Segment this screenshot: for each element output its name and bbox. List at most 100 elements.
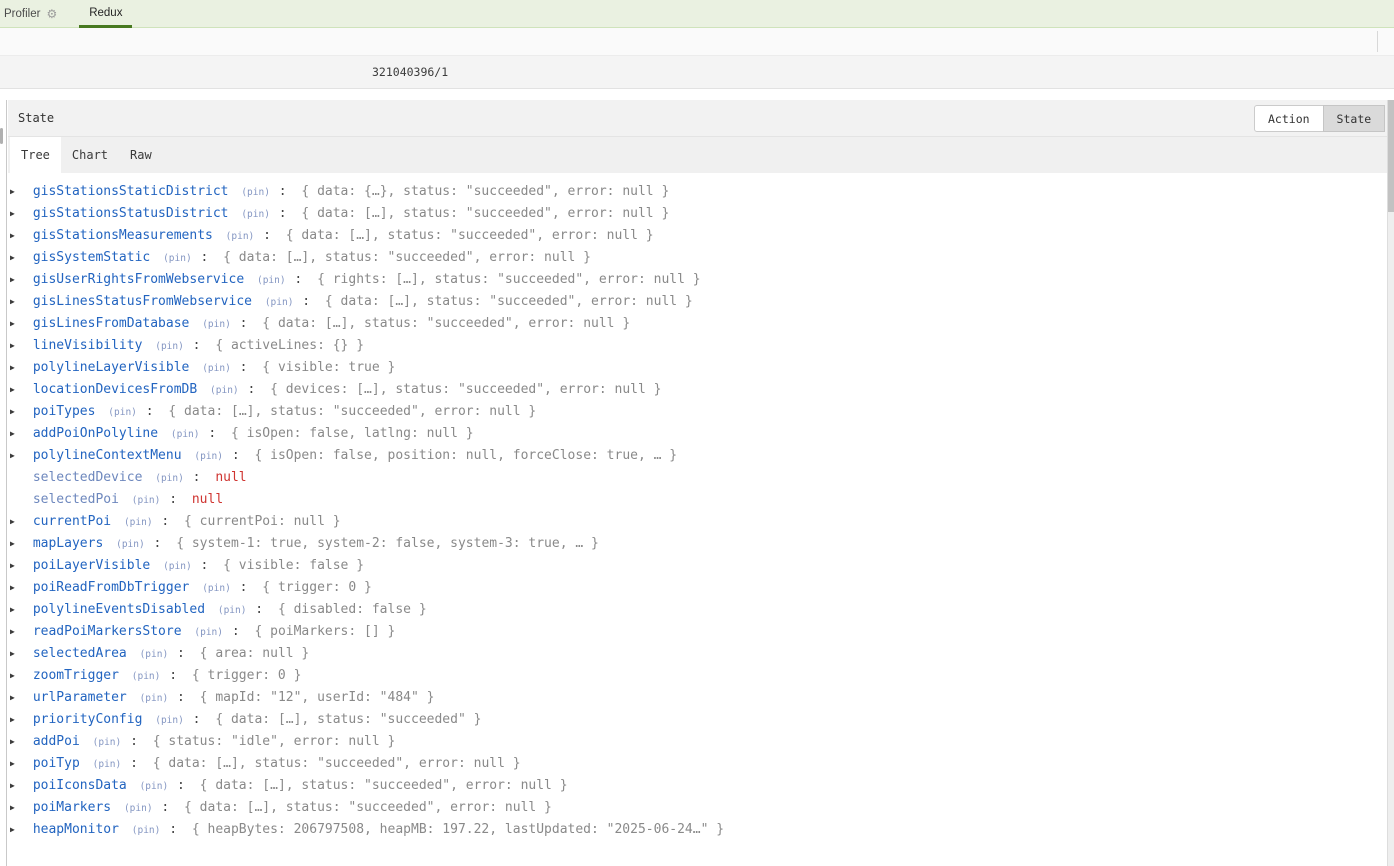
panel-resizer[interactable] — [0, 100, 7, 866]
pin-link[interactable]: (pin) — [210, 385, 239, 396]
expand-arrow-icon[interactable]: ▶ — [10, 621, 25, 643]
tree-row[interactable]: ▶ heapMonitor (pin) : { heapBytes: 20679… — [10, 819, 1394, 841]
expand-arrow-icon[interactable]: ▶ — [10, 423, 25, 445]
state-key[interactable]: poiMarkers — [33, 800, 111, 815]
expand-arrow-icon[interactable]: ▶ — [10, 269, 25, 291]
expand-arrow-icon[interactable]: ▶ — [10, 357, 25, 379]
tree-row[interactable]: ▶ poiLayerVisible (pin) : { visible: fal… — [10, 555, 1394, 577]
expand-arrow-icon[interactable]: ▶ — [10, 335, 25, 357]
state-key[interactable]: poiReadFromDbTrigger — [33, 580, 190, 595]
pin-link[interactable]: (pin) — [257, 275, 286, 286]
state-key[interactable]: poiLayerVisible — [33, 558, 150, 573]
state-button[interactable]: State — [1323, 105, 1386, 132]
expand-arrow-icon[interactable]: ▶ — [10, 313, 25, 335]
tree-row[interactable]: ▶ zoomTrigger (pin) : { trigger: 0 } — [10, 665, 1394, 687]
expand-arrow-icon[interactable]: ▶ — [10, 709, 25, 731]
action-list-row[interactable]: 321040396/1 — [0, 56, 1394, 89]
tab-raw[interactable]: Raw — [119, 137, 163, 173]
pin-link[interactable]: (pin) — [163, 561, 192, 572]
pin-link[interactable]: (pin) — [171, 429, 200, 440]
tree-row[interactable]: ▶ poiIconsData (pin) : { data: […], stat… — [10, 775, 1394, 797]
tree-row[interactable]: ▶ urlParameter (pin) : { mapId: "12", us… — [10, 687, 1394, 709]
scrollbar[interactable] — [1387, 100, 1394, 866]
state-key[interactable]: selectedPoi — [33, 492, 119, 507]
state-key[interactable]: polylineEventsDisabled — [33, 602, 205, 617]
state-key[interactable]: gisStationsStaticDistrict — [33, 184, 229, 199]
tree-row[interactable]: ▶ mapLayers (pin) : { system-1: true, sy… — [10, 533, 1394, 555]
state-key[interactable]: gisStationsMeasurements — [33, 228, 213, 243]
expand-arrow-icon[interactable]: ▶ — [10, 203, 25, 225]
expand-arrow-icon[interactable]: ▶ — [10, 819, 25, 841]
state-key[interactable]: readPoiMarkersStore — [33, 624, 182, 639]
tree-row[interactable]: ▶ polylineContextMenu (pin) : { isOpen: … — [10, 445, 1394, 467]
state-key[interactable]: polylineContextMenu — [33, 448, 182, 463]
pin-link[interactable]: (pin) — [155, 473, 184, 484]
pin-link[interactable]: (pin) — [132, 495, 161, 506]
resizer-handle[interactable] — [0, 128, 3, 144]
pin-link[interactable]: (pin) — [116, 539, 145, 550]
state-key[interactable]: currentPoi — [33, 514, 111, 529]
expand-arrow-icon[interactable]: ▶ — [10, 665, 25, 687]
state-key[interactable]: urlParameter — [33, 690, 127, 705]
state-key[interactable]: addPoiOnPolyline — [33, 426, 158, 441]
pin-link[interactable]: (pin) — [194, 627, 223, 638]
expand-arrow-icon[interactable]: ▶ — [10, 291, 25, 313]
state-key[interactable]: selectedArea — [33, 646, 127, 661]
tree-row[interactable]: ▶ currentPoi (pin) : { currentPoi: null … — [10, 511, 1394, 533]
expand-arrow-icon[interactable]: ▶ — [10, 731, 25, 753]
tree-row[interactable]: ▶ selectedArea (pin) : { area: null } — [10, 643, 1394, 665]
tree-row[interactable]: ▶ gisStationsStatusDistrict (pin) : { da… — [10, 203, 1394, 225]
expand-arrow-icon[interactable]: ▶ — [10, 775, 25, 797]
tab-tree[interactable]: Tree — [10, 137, 61, 173]
tab-chart[interactable]: Chart — [61, 137, 119, 173]
pin-link[interactable]: (pin) — [202, 363, 231, 374]
expand-arrow-icon[interactable]: ▶ — [10, 511, 25, 533]
pin-link[interactable]: (pin) — [93, 737, 122, 748]
pin-link[interactable]: (pin) — [140, 781, 169, 792]
tree-row[interactable]: ▶ polylineLayerVisible (pin) : { visible… — [10, 357, 1394, 379]
state-key[interactable]: polylineLayerVisible — [33, 360, 190, 375]
expand-arrow-icon[interactable]: ▶ — [10, 577, 25, 599]
expand-arrow-icon[interactable]: ▶ — [10, 379, 25, 401]
tree-row[interactable]: ▶ readPoiMarkersStore (pin) : { poiMarke… — [10, 621, 1394, 643]
pin-link[interactable]: (pin) — [226, 231, 255, 242]
pin-link[interactable]: (pin) — [155, 715, 184, 726]
tree-row[interactable]: ▶ locationDevicesFromDB (pin) : { device… — [10, 379, 1394, 401]
pin-link[interactable]: (pin) — [124, 517, 153, 528]
pin-link[interactable]: (pin) — [202, 319, 231, 330]
tree-row[interactable]: ▶ gisLinesFromDatabase (pin) : { data: [… — [10, 313, 1394, 335]
gear-icon[interactable]: ⚙ — [46, 8, 57, 20]
expand-arrow-icon[interactable]: ▶ — [10, 533, 25, 555]
tree-row[interactable]: ▶ poiTypes (pin) : { data: […], status: … — [10, 401, 1394, 423]
pin-link[interactable]: (pin) — [140, 693, 169, 704]
tree-row[interactable]: ▶ priorityConfig (pin) : { data: […], st… — [10, 709, 1394, 731]
tree-row[interactable]: ▶ polylineEventsDisabled (pin) : { disab… — [10, 599, 1394, 621]
tree-row[interactable]: ▶ addPoiOnPolyline (pin) : { isOpen: fal… — [10, 423, 1394, 445]
expand-arrow-icon[interactable]: ▶ — [10, 181, 25, 203]
state-key[interactable]: locationDevicesFromDB — [33, 382, 197, 397]
state-key[interactable]: poiTyp — [33, 756, 80, 771]
pin-link[interactable]: (pin) — [241, 187, 270, 198]
tree-row[interactable]: ▶ selectedDevice (pin) : null — [10, 467, 1394, 489]
pin-link[interactable]: (pin) — [108, 407, 137, 418]
expand-arrow-icon[interactable]: ▶ — [10, 555, 25, 577]
expand-arrow-icon[interactable]: ▶ — [10, 687, 25, 709]
pin-link[interactable]: (pin) — [194, 451, 223, 462]
expand-arrow-icon[interactable]: ▶ — [10, 753, 25, 775]
state-key[interactable]: gisLinesFromDatabase — [33, 316, 190, 331]
tab-redux[interactable]: Redux — [79, 0, 132, 28]
pin-link[interactable]: (pin) — [155, 341, 184, 352]
state-key[interactable]: zoomTrigger — [33, 668, 119, 683]
pin-link[interactable]: (pin) — [241, 209, 270, 220]
pin-link[interactable]: (pin) — [132, 671, 161, 682]
tree-row[interactable]: ▶ poiReadFromDbTrigger (pin) : { trigger… — [10, 577, 1394, 599]
pin-link[interactable]: (pin) — [202, 583, 231, 594]
pin-link[interactable]: (pin) — [93, 759, 122, 770]
pin-link[interactable]: (pin) — [163, 253, 192, 264]
action-button[interactable]: Action — [1254, 105, 1324, 132]
state-key[interactable]: poiIconsData — [33, 778, 127, 793]
tree-row[interactable]: ▶ poiMarkers (pin) : { data: […], status… — [10, 797, 1394, 819]
pin-link[interactable]: (pin) — [140, 649, 169, 660]
state-key[interactable]: lineVisibility — [33, 338, 143, 353]
state-key[interactable]: gisStationsStatusDistrict — [33, 206, 229, 221]
